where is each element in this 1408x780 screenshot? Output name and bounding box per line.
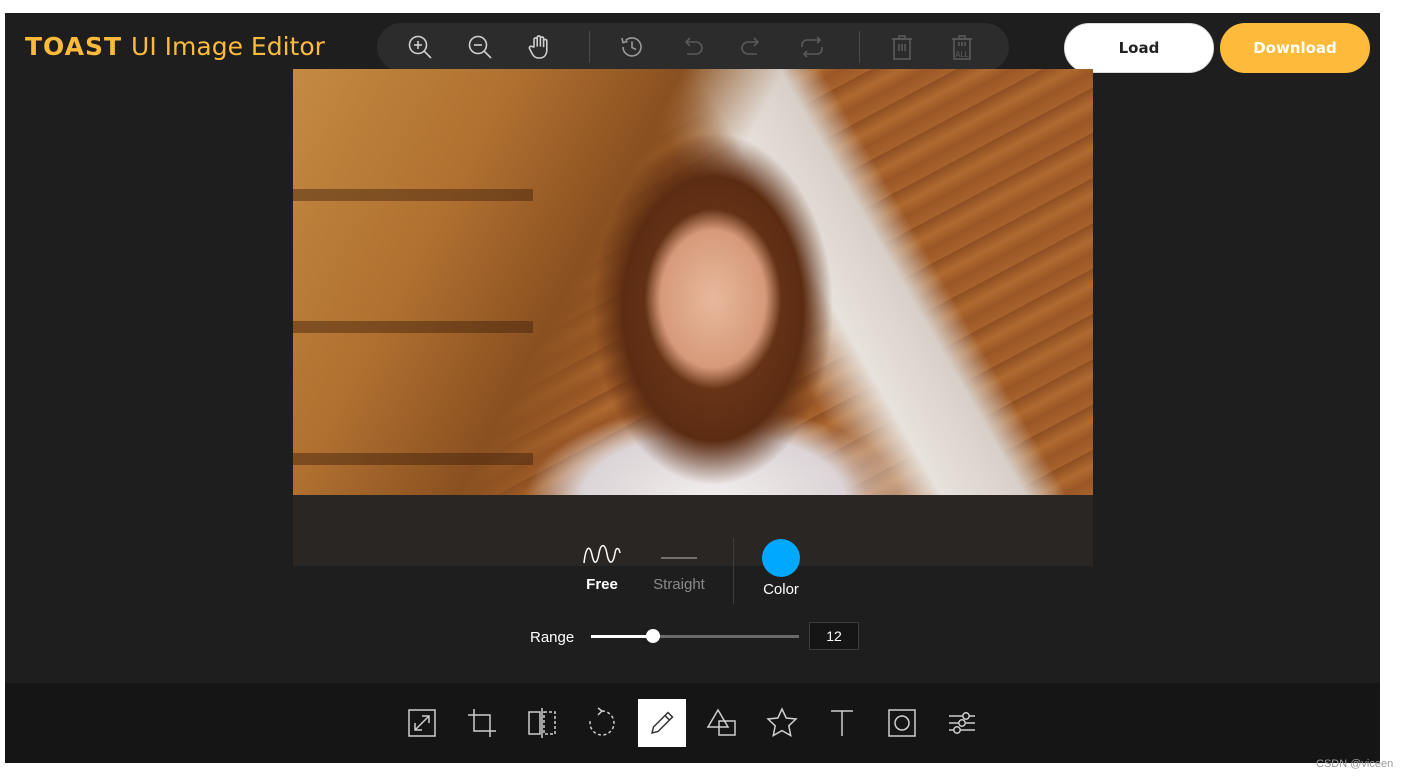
submenu-divider [733,538,734,604]
text-icon[interactable] [818,699,866,747]
zoom-out-icon[interactable] [466,33,494,61]
undo-icon[interactable] [678,33,706,61]
draw-straight-option[interactable]: Straight [646,541,712,593]
top-menu-divider [859,31,860,63]
image-editor: TOAST UI Image Editor ALL Load Download … [5,13,1380,763]
range-label: Range [530,629,575,646]
watermark: CSDN @viceen [1316,758,1394,770]
rotate-icon[interactable] [578,699,626,747]
load-button[interactable]: Load [1064,23,1214,73]
canvas-image-detail [293,69,533,495]
color-picker[interactable]: Color [753,539,809,598]
filter-icon[interactable] [938,699,986,747]
straight-label: Straight [653,576,705,593]
draw-free-option[interactable]: Free [577,541,627,593]
history-icon[interactable] [618,33,646,61]
crop-icon[interactable] [458,699,506,747]
delete-all-icon[interactable]: ALL [948,33,976,61]
mask-icon[interactable] [878,699,926,747]
draw-icon[interactable] [638,699,686,747]
top-menu: ALL [377,23,1009,71]
logo-brand: TOAST [25,31,123,61]
icon-icon[interactable] [758,699,806,747]
free-label: Free [586,576,618,593]
reset-icon[interactable] [798,33,826,61]
download-button[interactable]: Download [1220,23,1370,73]
shape-icon[interactable] [698,699,746,747]
redo-icon[interactable] [738,33,766,61]
zoom-in-icon[interactable] [406,33,434,61]
range-slider-fill [591,635,654,638]
color-swatch[interactable] [762,539,800,577]
editor-canvas-image[interactable] [293,69,1093,495]
range-value-input[interactable] [809,622,859,650]
color-label: Color [763,581,799,598]
hand-icon[interactable] [526,33,554,61]
range-slider[interactable] [591,629,799,643]
bottom-menu [5,683,1380,763]
top-menu-divider [589,31,590,63]
flip-icon[interactable] [518,699,566,747]
free-line-icon [583,544,621,564]
range-slider-thumb[interactable] [646,629,661,643]
resize-icon[interactable] [398,699,446,747]
delete-icon[interactable] [888,33,916,61]
delete-all-label: ALL [955,50,969,59]
logo-title: UI Image Editor [131,31,325,61]
logo: TOAST UI Image Editor [25,31,325,61]
straight-line-icon [661,557,697,559]
